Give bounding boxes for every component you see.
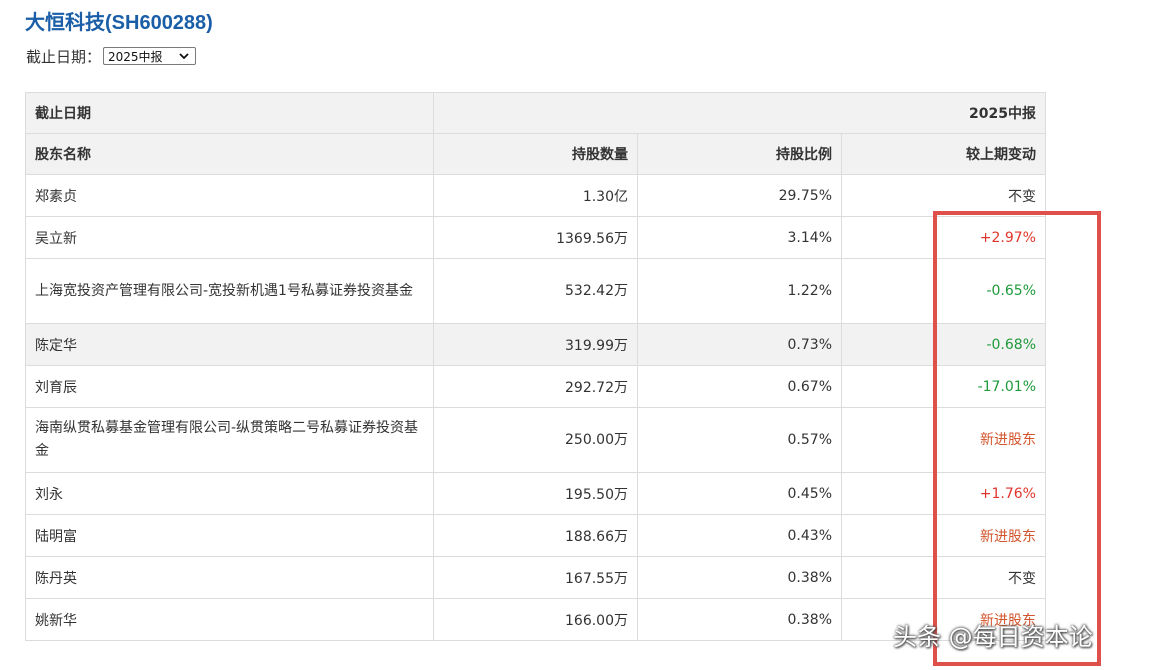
holder-name: 吴立新: [25, 216, 434, 259]
holder-change: +1.76%: [841, 472, 1046, 515]
period-value-header: 2025中报: [433, 92, 1046, 134]
table-row: 海南纵贯私募基金管理有限公司-纵贯策略二号私募证券投资基金 250.00万 0.…: [25, 407, 1046, 473]
holder-shares: 195.50万: [433, 472, 638, 515]
column-header-holder-name: 股东名称: [25, 133, 434, 175]
date-filter: 截止日期： 2025中报: [26, 46, 197, 66]
column-header-ratio: 持股比例: [637, 133, 842, 175]
table-row: 吴立新 1369.56万 3.14% +2.97%: [25, 216, 1046, 259]
date-label: 截止日期：: [26, 47, 102, 66]
holder-ratio: 0.57%: [637, 407, 842, 473]
holder-name: 海南纵贯私募基金管理有限公司-纵贯策略二号私募证券投资基金: [25, 407, 434, 473]
column-header-shares: 持股数量: [433, 133, 638, 175]
holder-name: 姚新华: [25, 598, 434, 641]
holder-name: 陈定华: [25, 323, 434, 366]
page-title: 大恒科技(SH600288): [25, 12, 213, 34]
period-label-header: 截止日期: [25, 92, 434, 134]
holder-name: 陈丹英: [25, 556, 434, 599]
holder-ratio: 0.43%: [637, 514, 842, 557]
holder-shares: 250.00万: [433, 407, 638, 473]
holder-shares: 319.99万: [433, 323, 638, 366]
holder-name: 陆明富: [25, 514, 434, 557]
holder-change: -17.01%: [841, 365, 1046, 408]
holder-shares: 292.72万: [433, 365, 638, 408]
table-row: 陆明富 188.66万 0.43% 新进股东: [25, 514, 1046, 557]
table-row: 陈丹英 167.55万 0.38% 不变: [25, 556, 1046, 599]
holder-ratio: 0.45%: [637, 472, 842, 515]
holder-change: -0.68%: [841, 323, 1046, 366]
holder-change: +2.97%: [841, 216, 1046, 259]
holder-shares: 1.30亿: [433, 174, 638, 217]
table-row: 刘育辰 292.72万 0.67% -17.01%: [25, 365, 1046, 408]
holder-name: 郑素贞: [25, 174, 434, 217]
holder-shares: 532.42万: [433, 258, 638, 324]
holder-ratio: 0.73%: [637, 323, 842, 366]
table-row: 刘永 195.50万 0.45% +1.76%: [25, 472, 1046, 515]
holder-shares: 1369.56万: [433, 216, 638, 259]
holder-shares: 188.66万: [433, 514, 638, 557]
holder-shares: 167.55万: [433, 556, 638, 599]
holder-ratio: 29.75%: [637, 174, 842, 217]
holder-change: 新进股东: [841, 514, 1046, 557]
table-column-header-row: 股东名称 持股数量 持股比例 较上期变动: [25, 133, 1046, 175]
table-row: 郑素贞 1.30亿 29.75% 不变: [25, 174, 1046, 217]
holder-name: 刘永: [25, 472, 434, 515]
shareholders-table: 截止日期 2025中报 股东名称 持股数量 持股比例 较上期变动 郑素贞 1.3…: [25, 92, 1046, 641]
holder-ratio: 0.67%: [637, 365, 842, 408]
holder-change: 不变: [841, 174, 1046, 217]
holder-shares: 166.00万: [433, 598, 638, 641]
column-header-change: 较上期变动: [841, 133, 1046, 175]
table-period-row: 截止日期 2025中报: [25, 92, 1046, 134]
holder-change: 新进股东: [841, 407, 1046, 473]
chevron-down-icon: [179, 53, 189, 60]
holder-ratio: 1.22%: [637, 258, 842, 324]
holder-change: 不变: [841, 556, 1046, 599]
watermark: 头条 @每日资本论: [893, 623, 1093, 651]
holder-change: -0.65%: [841, 258, 1046, 324]
table-row: 陈定华 319.99万 0.73% -0.68%: [25, 323, 1046, 366]
table-row: 上海宽投资产管理有限公司-宽投新机遇1号私募证券投资基金 532.42万 1.2…: [25, 258, 1046, 324]
holder-name: 上海宽投资产管理有限公司-宽投新机遇1号私募证券投资基金: [25, 258, 434, 324]
holder-ratio: 3.14%: [637, 216, 842, 259]
holder-ratio: 0.38%: [637, 598, 842, 641]
date-select-value: 2025中报: [108, 49, 163, 64]
date-select[interactable]: 2025中报: [103, 47, 197, 65]
holder-ratio: 0.38%: [637, 556, 842, 599]
holder-name: 刘育辰: [25, 365, 434, 408]
